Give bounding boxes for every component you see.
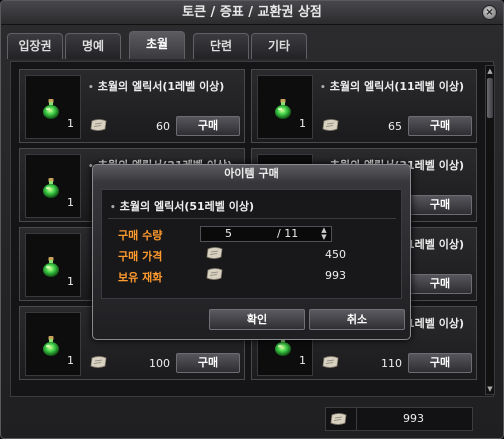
tab-honor[interactable]: 명예 bbox=[65, 33, 121, 59]
dialog-body: 초월의 엘릭서(51레벨 이상) 구매 수량 5 / 11 ▲ ▼ 구매 가격 … bbox=[101, 189, 402, 299]
owned-value: 993 bbox=[325, 269, 346, 282]
buy-button[interactable]: 구매 bbox=[408, 274, 472, 294]
scroll-thumb[interactable] bbox=[487, 78, 493, 118]
scroll-token-icon bbox=[322, 118, 340, 132]
shop-window: 토큰 / 증표 / 교환권 상점 × 입장권 명예 초월 단련 기타 1 초월의… bbox=[0, 0, 504, 439]
quantity-label: 구매 수량 bbox=[118, 229, 163, 242]
window-title: 토큰 / 증표 / 교환권 상점 bbox=[1, 1, 503, 25]
item-slot[interactable]: 1 bbox=[25, 312, 81, 376]
list-item: 1 초월의 엘릭서(1레벨 이상) 60 구매 bbox=[19, 69, 245, 143]
confirm-button[interactable]: 확인 bbox=[209, 309, 305, 330]
price-label: 구매 가격 bbox=[118, 250, 163, 263]
item-quantity: 1 bbox=[67, 117, 74, 130]
scroll-down-icon[interactable]: ▼ bbox=[486, 384, 494, 394]
scroll-token-icon bbox=[90, 355, 108, 369]
currency-amount: 993 bbox=[356, 408, 470, 430]
scroll-token-icon bbox=[206, 267, 224, 281]
scroll-token-icon bbox=[90, 118, 108, 132]
tab-training[interactable]: 단련 bbox=[193, 33, 249, 59]
item-price: 60 bbox=[156, 120, 170, 133]
item-slot[interactable]: 1 bbox=[257, 75, 313, 139]
quantity-value[interactable]: 5 bbox=[225, 227, 232, 241]
item-quantity: 1 bbox=[67, 275, 74, 288]
item-name: 초월의 엘릭서(11레벨 이상) bbox=[320, 78, 464, 94]
elixir-potion-icon bbox=[40, 335, 62, 357]
quantity-stepper[interactable]: 5 / 11 ▲ ▼ bbox=[200, 226, 332, 242]
elixir-potion-icon bbox=[40, 256, 62, 278]
item-name: 초월의 엘릭서(1레벨 이상) bbox=[88, 78, 225, 94]
item-price: 110 bbox=[381, 357, 402, 370]
close-icon[interactable]: × bbox=[482, 5, 497, 20]
item-slot[interactable]: 1 bbox=[25, 75, 81, 139]
scroll-token-icon bbox=[206, 246, 224, 260]
item-quantity: 1 bbox=[67, 196, 74, 209]
elixir-potion-icon bbox=[40, 177, 62, 199]
item-quantity: 1 bbox=[299, 354, 306, 367]
tab-transcendence[interactable]: 초월 bbox=[129, 31, 185, 59]
scroll-token-icon bbox=[322, 355, 340, 369]
elixir-potion-icon bbox=[272, 98, 294, 120]
buy-button[interactable]: 구매 bbox=[408, 195, 472, 215]
item-quantity: 1 bbox=[299, 117, 306, 130]
item-price: 100 bbox=[149, 357, 170, 370]
item-slot[interactable]: 1 bbox=[25, 154, 81, 218]
decrement-arrow-icon[interactable]: ▼ bbox=[319, 234, 329, 241]
buy-button[interactable]: 구매 bbox=[176, 353, 240, 373]
item-price: 65 bbox=[388, 120, 402, 133]
item-slot[interactable]: 1 bbox=[25, 233, 81, 297]
quantity-max: / 11 bbox=[277, 227, 299, 240]
buy-button[interactable]: 구매 bbox=[408, 353, 472, 373]
elixir-potion-icon bbox=[40, 98, 62, 120]
item-quantity: 1 bbox=[67, 354, 74, 367]
list-item: 1 초월의 엘릭서(11레벨 이상) 65 구매 bbox=[251, 69, 477, 143]
cancel-button[interactable]: 취소 bbox=[309, 309, 405, 330]
buy-button[interactable]: 구매 bbox=[176, 116, 240, 136]
purchase-dialog: 아이템 구매 초월의 엘릭서(51레벨 이상) 구매 수량 5 / 11 ▲ ▼… bbox=[92, 164, 411, 340]
buy-button[interactable]: 구매 bbox=[408, 116, 472, 136]
scroll-token-icon bbox=[330, 412, 348, 426]
scrollbar[interactable]: ▲ ▼ bbox=[485, 65, 495, 395]
dialog-item-name: 초월의 엘릭서(51레벨 이상) bbox=[110, 198, 254, 214]
tab-etc[interactable]: 기타 bbox=[251, 33, 307, 59]
divider bbox=[108, 218, 396, 219]
currency-display: 993 bbox=[325, 407, 473, 431]
scroll-up-icon[interactable]: ▲ bbox=[486, 66, 494, 76]
price-value: 450 bbox=[325, 248, 346, 261]
dialog-title: 아이템 구매 bbox=[93, 165, 410, 183]
tab-admission[interactable]: 입장권 bbox=[7, 33, 63, 59]
owned-label: 보유 재화 bbox=[118, 271, 163, 284]
